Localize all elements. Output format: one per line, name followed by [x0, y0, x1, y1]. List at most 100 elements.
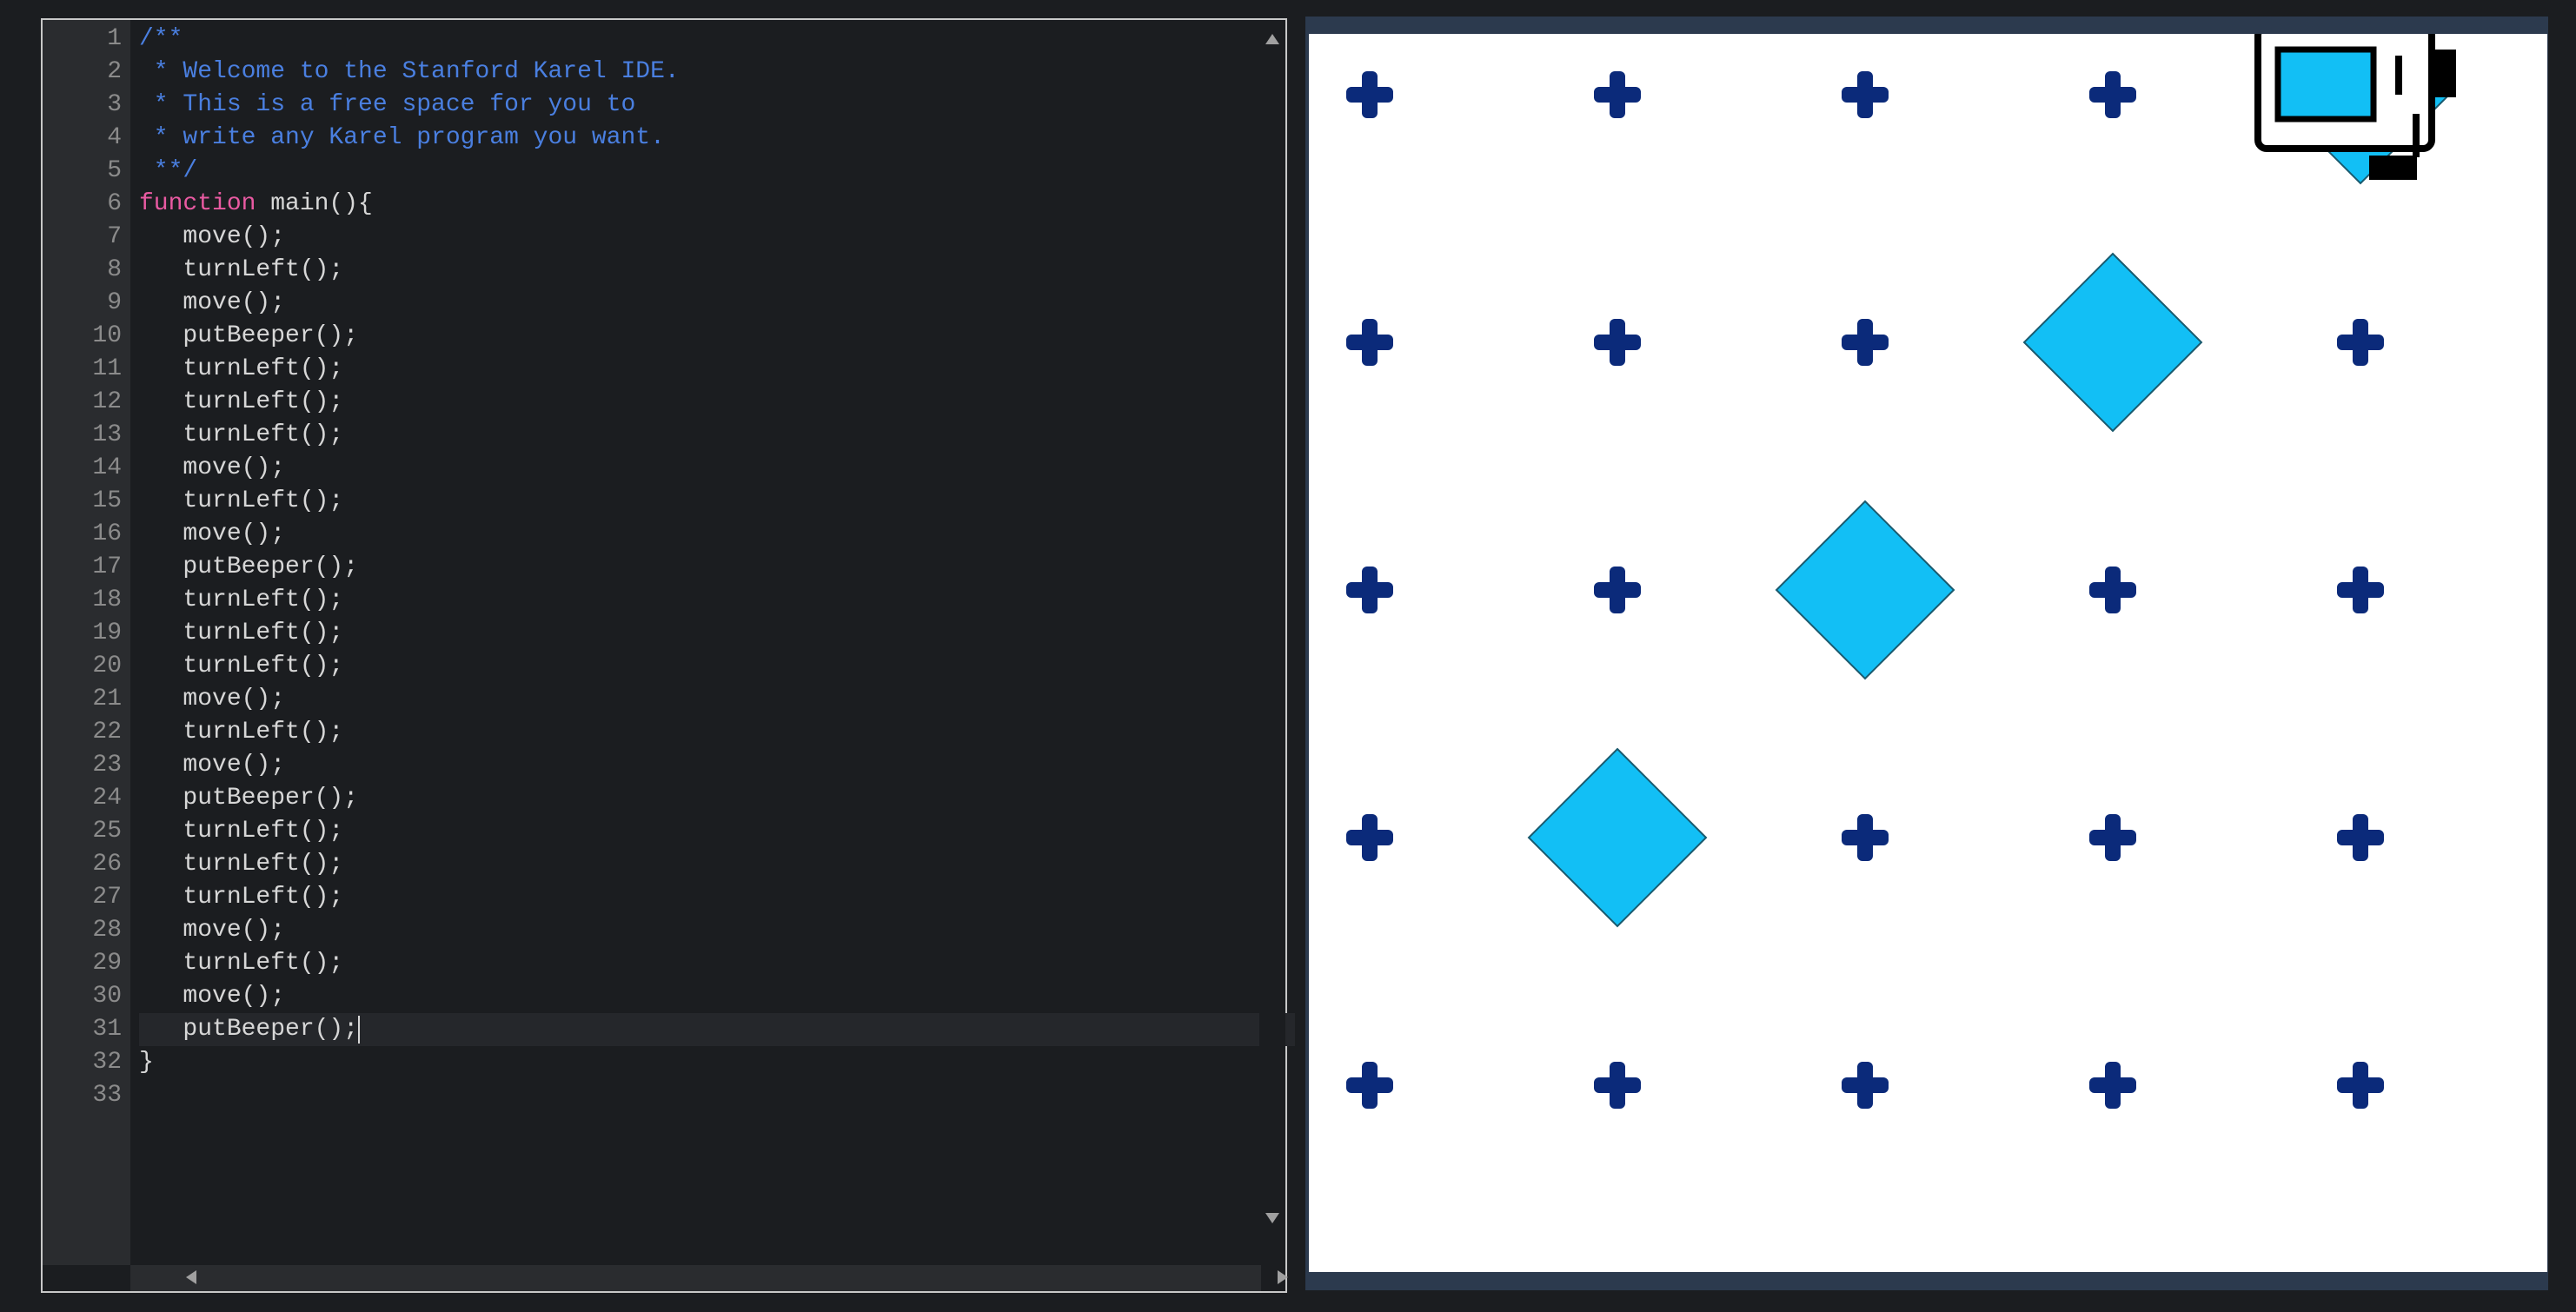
corner-marker-bar — [1362, 71, 1378, 118]
line-number: 6 — [107, 190, 122, 217]
line-number: 16 — [92, 520, 122, 547]
code-text: turnLeft(); — [139, 950, 344, 977]
code-line[interactable]: turnLeft(); — [139, 386, 343, 419]
code-line[interactable]: move(); — [139, 287, 285, 320]
scroll-up-icon[interactable] — [1265, 34, 1279, 44]
corner-marker-bar — [1362, 319, 1378, 366]
corner-marker-icon — [2337, 814, 2384, 861]
code-line[interactable]: move(); — [139, 518, 285, 551]
line-number: 26 — [92, 851, 122, 878]
code-text: putBeeper(); — [139, 553, 359, 580]
code-line[interactable]: * This is a free space for you to — [139, 89, 636, 122]
code-line[interactable]: turnLeft(); — [139, 947, 343, 980]
code-line[interactable]: turnLeft(); — [139, 485, 343, 518]
code-text: putBeeper(); — [139, 785, 359, 812]
karel-world — [1309, 34, 2547, 1272]
code-line[interactable]: turnLeft(); — [139, 353, 343, 386]
code-text: turnLeft(); — [139, 851, 344, 878]
code-line[interactable]: turnLeft(); — [139, 881, 343, 914]
code-line[interactable]: move(); — [139, 683, 285, 716]
code-line[interactable]: turnLeft(); — [139, 650, 343, 683]
code-text: * This is a free space for you to — [139, 91, 636, 118]
line-number: 27 — [92, 884, 122, 911]
code-line[interactable]: putBeeper(); — [139, 320, 358, 353]
code-text: turnLeft(); — [139, 818, 344, 845]
corner-marker-icon — [1594, 1062, 1641, 1109]
line-number: 23 — [92, 752, 122, 779]
code-line[interactable]: move(); — [139, 221, 285, 254]
line-number: 15 — [92, 487, 122, 514]
code-line[interactable]: move(); — [139, 914, 285, 947]
corner-marker-icon — [1346, 71, 1393, 118]
corner-marker-icon — [2337, 567, 2384, 613]
corner-marker-icon — [1346, 567, 1393, 613]
scroll-right-icon[interactable] — [1278, 1270, 1288, 1284]
code-text: move(); — [139, 454, 286, 481]
code-line[interactable]: turnLeft(); — [139, 617, 343, 650]
line-number: 29 — [92, 950, 122, 977]
code-line[interactable]: /** — [139, 23, 183, 56]
line-number: 11 — [92, 355, 122, 382]
horizontal-scrollbar[interactable] — [130, 1265, 1288, 1291]
beeper-icon — [1775, 500, 1955, 680]
corner-marker-bar — [2105, 567, 2121, 613]
line-number: 31 — [92, 1016, 122, 1043]
code-line[interactable]: * write any Karel program you want. — [139, 122, 665, 155]
code-line[interactable]: * Welcome to the Stanford Karel IDE. — [139, 56, 680, 89]
corner-marker-icon — [1842, 814, 1889, 861]
corner-marker-bar — [2105, 1062, 2121, 1109]
code-text: } — [139, 1049, 154, 1076]
code-text: move(); — [139, 917, 286, 944]
line-number: 14 — [92, 454, 122, 481]
karel-leg — [2413, 114, 2420, 157]
code-text: turnLeft(); — [139, 884, 344, 911]
code-line[interactable]: putBeeper(); — [139, 782, 358, 815]
code-line[interactable]: move(); — [139, 452, 285, 485]
line-number: 19 — [92, 620, 122, 646]
code-line[interactable]: move(); — [139, 980, 285, 1013]
code-line[interactable]: turnLeft(); — [139, 716, 343, 749]
code-line[interactable]: turnLeft(); — [139, 419, 343, 452]
code-line[interactable]: turnLeft(); — [139, 848, 343, 881]
code-line[interactable]: putBeeper(); — [139, 551, 358, 584]
code-text: move(); — [139, 686, 286, 712]
scroll-left-icon[interactable] — [186, 1270, 196, 1284]
code-text: * Welcome to the Stanford Karel IDE. — [139, 58, 680, 85]
code-line[interactable]: turnLeft(); — [139, 584, 343, 617]
code-line[interactable]: function main(){ — [139, 188, 373, 221]
line-number: 10 — [92, 322, 122, 349]
line-number: 7 — [107, 223, 122, 250]
corner-marker-bar — [1857, 1062, 1873, 1109]
code-text: move(); — [139, 289, 286, 316]
corner-marker-icon — [2337, 1062, 2384, 1109]
line-number: 2 — [107, 58, 122, 85]
corner-marker-bar — [1362, 814, 1378, 861]
code-line[interactable]: putBeeper(); — [139, 1013, 358, 1046]
vertical-scrollbar[interactable] — [1259, 20, 1285, 1265]
code-line[interactable]: **/ — [139, 155, 197, 188]
line-number: 12 — [92, 388, 122, 415]
code-line[interactable]: } — [139, 1046, 154, 1079]
corner-marker-bar — [1610, 319, 1625, 366]
scroll-down-icon[interactable] — [1265, 1213, 1279, 1223]
karel-foot — [2432, 50, 2456, 97]
corner-marker-bar — [2353, 1062, 2368, 1109]
line-number: 22 — [92, 719, 122, 745]
code-line[interactable]: turnLeft(); — [139, 254, 343, 287]
corner-marker-icon — [2089, 71, 2136, 118]
code-editor[interactable]: 1 2 3 4 5 6 7 8 9 10 11 12 13 14 15 16 17 18 19 20 21 22 23 24 2… — [41, 18, 1295, 1293]
line-number: 32 — [92, 1049, 122, 1076]
corner-marker-bar — [2105, 814, 2121, 861]
line-number: 25 — [92, 818, 122, 845]
line-number: 8 — [107, 256, 122, 283]
beeper-icon — [2022, 252, 2203, 433]
code-text: turnLeft(); — [139, 586, 344, 613]
line-number: 1 — [107, 25, 122, 52]
beeper-icon — [1527, 747, 1708, 928]
code-line[interactable]: turnLeft(); — [139, 815, 343, 848]
code-line[interactable]: move(); — [139, 749, 285, 782]
line-number: 18 — [92, 586, 122, 613]
code-area[interactable]: /** * Welcome to the Stanford Karel IDE.… — [139, 20, 1295, 1265]
code-text: turnLeft(); — [139, 487, 344, 514]
corner-marker-icon — [1594, 71, 1641, 118]
